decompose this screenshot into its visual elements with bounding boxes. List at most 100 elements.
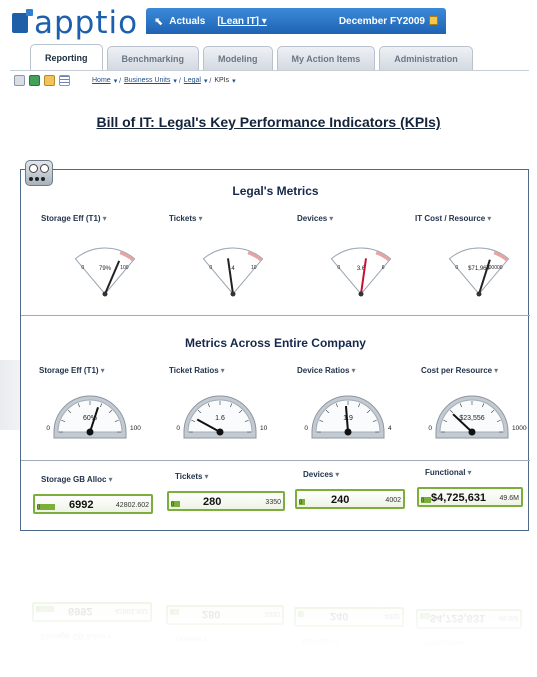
period-selector[interactable]: December FY2009 [339, 16, 438, 27]
context-arrow-icon: ⬉ [154, 15, 164, 28]
model-selector-label: [Lean IT] [217, 15, 260, 27]
dial-max-label: 10 [260, 425, 268, 432]
legal-gauge-label-text: Devices [297, 214, 328, 223]
wedge-gauge: 0 63.6 [330, 247, 392, 297]
dial-min-label: 0 [304, 425, 308, 432]
gauge-min-label: 0 [337, 265, 340, 271]
chevron-down-icon[interactable]: ▾ / [173, 77, 180, 85]
counter-label-text: Functional [425, 468, 466, 477]
breadcrumb-business-units[interactable]: Business Units [124, 77, 170, 84]
wedge-gauge: 0 100 79% [74, 247, 136, 297]
tab-my-action-items[interactable]: My Action Items [276, 46, 376, 70]
dial-hub [344, 428, 352, 436]
company-metrics-title: Metrics Across Entire Company [185, 336, 366, 350]
chevron-down-icon[interactable]: ▾ [329, 214, 333, 223]
legal-metrics-title: Legal's Metrics [232, 184, 319, 198]
counter-label-text: Storage GB Alloc [41, 475, 107, 484]
chevron-down-icon[interactable]: ▾ / [114, 77, 121, 85]
counter-min: 0 [299, 500, 303, 506]
breadcrumb-legal[interactable]: Legal [184, 77, 201, 84]
gauge-hub [230, 291, 236, 297]
counter-box: 0 240 4002 [295, 489, 405, 509]
company-gauge-label[interactable]: Ticket Ratios ▾ [169, 366, 225, 375]
legal-gauge-label-text: Storage Eff (T1) [41, 214, 101, 223]
model-selector[interactable]: [Lean IT] ▾ [217, 16, 266, 27]
gauge-min-label: 0 [81, 265, 84, 271]
tab-benchmarking[interactable]: Benchmarking [106, 46, 200, 70]
gauge-min-label: 0 [455, 265, 458, 271]
dial-max-label: 100000 [512, 425, 527, 432]
legal-gauge-label[interactable]: IT Cost / Resource ▾ [415, 214, 491, 223]
chevron-down-icon[interactable]: ▾ [335, 470, 339, 479]
page-title: Bill of IT: Legal's Key Performance Indi… [96, 114, 441, 130]
company-gauge-label[interactable]: Storage Eff (T1) ▾ [39, 366, 105, 375]
counter-max: 49.6M [499, 495, 519, 502]
counter-max: 42802.602 [115, 502, 149, 509]
chevron-down-icon[interactable]: ▾ [101, 366, 105, 375]
wedge-gauge: 0 100000$71,964 [448, 247, 510, 297]
dial-hub [468, 428, 476, 436]
context-bar: ⬉ Actuals [Lean IT] ▾ December FY2009 [146, 8, 446, 34]
counter-label[interactable]: Tickets▾ [175, 472, 208, 481]
chevron-down-icon[interactable]: ▾ [487, 214, 491, 223]
folder-icon[interactable] [44, 75, 55, 86]
tab-modeling[interactable]: Modeling [203, 46, 273, 70]
company-gauge-label[interactable]: Device Ratios ▾ [297, 366, 355, 375]
counter-box: 0 280 3350 [167, 491, 285, 511]
chevron-down-icon[interactable]: ▾ [109, 475, 113, 484]
counter-value: 240 [331, 494, 350, 506]
counter-value: 6992 [69, 499, 94, 511]
counter-label-text: Tickets [175, 472, 203, 481]
counter-label[interactable]: Devices▾ [303, 470, 339, 479]
dial-max-label: 100 [130, 425, 141, 432]
legal-gauge-label[interactable]: Tickets ▾ [169, 214, 202, 223]
gauge-hub [358, 291, 364, 297]
main-tabs: Reporting Benchmarking Modeling My Actio… [30, 44, 473, 70]
chevron-down-icon[interactable]: ▾ [103, 214, 107, 223]
legal-gauge-label-text: Tickets [169, 214, 197, 223]
print-icon[interactable] [14, 75, 25, 86]
chevron-down-icon[interactable]: ▾ [204, 472, 208, 481]
gauge-max-label: 6 [382, 265, 385, 271]
dial-value-label: 1.6 [215, 415, 225, 422]
counter-box: 0 $4,725,631 49.6M [417, 487, 523, 507]
company-gauge-label-text: Device Ratios [297, 366, 350, 375]
gauge-hub [476, 291, 482, 297]
logo-mark-icon [12, 9, 33, 33]
legal-gauge-label-text: IT Cost / Resource [415, 214, 486, 223]
company-gauge-label[interactable]: Cost per Resource ▾ [421, 366, 498, 375]
chevron-down-icon[interactable]: ▾ [198, 214, 202, 223]
dial-gauge: 0 10 1.6 [176, 395, 268, 439]
chevron-down-icon[interactable]: ▾ [351, 366, 355, 375]
chevron-down-icon[interactable]: ▾ [232, 77, 236, 85]
counter-min: 0 [421, 498, 425, 504]
kpi-panel: Legal's Metrics Storage Eff (T1) ▾ 0 100 79%… [20, 160, 530, 531]
legal-gauge-label[interactable]: Devices ▾ [297, 214, 333, 223]
gauge-value-label: 79% [99, 266, 112, 272]
legal-gauge-label[interactable]: Storage Eff (T1) ▾ [41, 214, 107, 223]
chevron-down-icon[interactable]: ▾ [221, 366, 225, 375]
chevron-down-icon[interactable]: ▾ [467, 468, 471, 477]
dial-max-label: 4 [388, 425, 392, 432]
counter-min: 0 [171, 502, 175, 508]
tab-administration[interactable]: Administration [379, 46, 473, 70]
toolbar: Home ▾ / Business Units ▾ / Legal ▾ / KPIs ▾ [10, 70, 529, 90]
breadcrumb-home[interactable]: Home [92, 77, 111, 84]
chevron-down-icon[interactable]: ▾ [494, 366, 498, 375]
breadcrumb-kpis: KPIs [214, 77, 230, 84]
tab-reporting[interactable]: Reporting [30, 44, 103, 70]
section-divider [21, 315, 530, 316]
apptio-logo[interactable]: apptio [12, 5, 138, 41]
excel-icon[interactable] [29, 75, 40, 86]
counter-box: 0 6992 42802.602 [33, 494, 153, 514]
grid-icon[interactable] [59, 75, 70, 86]
scenario-selector[interactable]: Actuals [169, 16, 205, 27]
gauge-max-label: 10 [251, 265, 257, 271]
gauge-hub [102, 291, 108, 297]
chevron-down-icon[interactable]: ▾ / [204, 77, 211, 85]
dial-min-label: 0 [428, 425, 432, 432]
counter-label-text: Devices [303, 470, 334, 479]
counter-label[interactable]: Storage GB Alloc▾ [41, 475, 113, 484]
calendar-icon[interactable] [429, 16, 438, 26]
counter-label[interactable]: Functional▾ [425, 468, 471, 477]
